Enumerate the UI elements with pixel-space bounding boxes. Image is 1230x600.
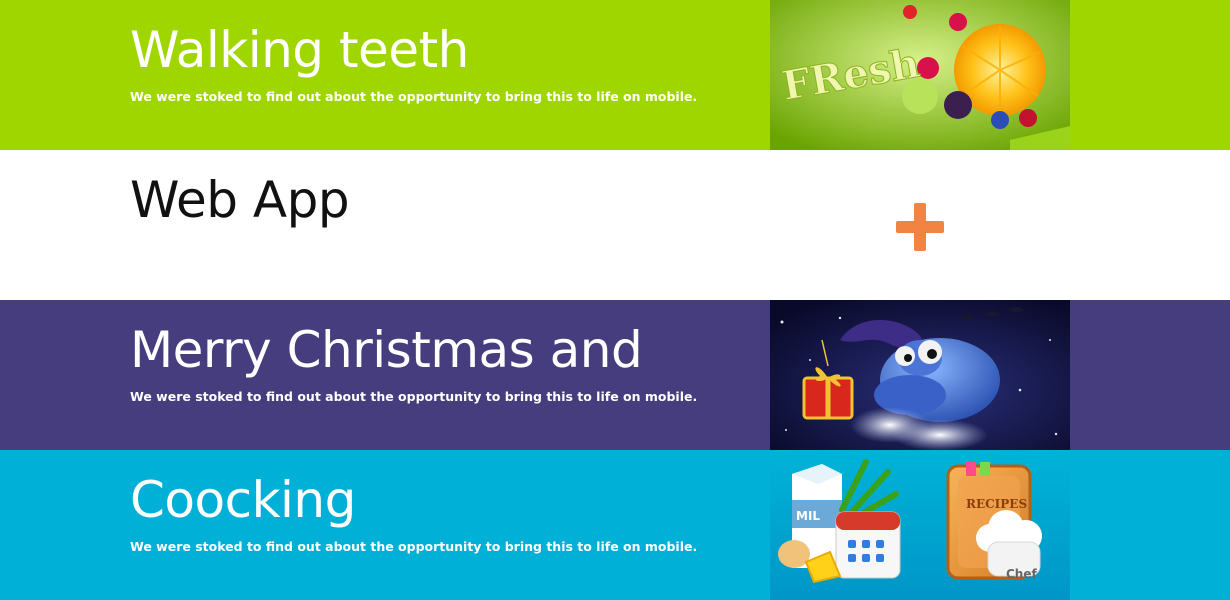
item-title: Merry Christmas and <box>130 321 643 379</box>
portfolio-list: Walking teeth We were stoked to find out… <box>0 0 1230 600</box>
item-title: Coocking <box>130 471 356 529</box>
portfolio-item-merry-christmas[interactable]: Merry Christmas and We were stoked to fi… <box>0 300 1230 450</box>
item-description: We were stoked to find out about the opp… <box>130 389 698 404</box>
svg-text:MIL: MIL <box>796 509 820 523</box>
fresh-fruit-image: FResh <box>770 0 1070 150</box>
item-description: We were stoked to find out about the opp… <box>130 539 698 554</box>
item-text: Walking teeth We were stoked to find out… <box>130 18 697 106</box>
svg-text:Chef: Chef <box>1006 567 1037 581</box>
item-title: Web App <box>130 171 350 229</box>
plus-icon[interactable] <box>896 203 944 251</box>
item-title: Walking teeth <box>130 21 469 79</box>
portfolio-item-coocking[interactable]: Coocking We were stoked to find out abou… <box>0 450 1230 600</box>
portfolio-item-web-app[interactable]: Web App <box>0 150 1230 300</box>
christmas-thumbnail[interactable] <box>770 300 1070 450</box>
fresh-thumbnail[interactable]: FResh <box>770 0 1070 150</box>
christmas-monster-image <box>770 300 1070 450</box>
portfolio-item-walking-teeth[interactable]: Walking teeth We were stoked to find out… <box>0 0 1230 150</box>
item-description: We were stoked to find out about the opp… <box>130 89 698 104</box>
item-text: Coocking We were stoked to find out abou… <box>130 468 697 556</box>
cooking-app-icons-image: MIL RECIPES Chef <box>770 450 1070 600</box>
item-text: Merry Christmas and We were stoked to fi… <box>130 318 697 406</box>
cooking-thumbnail[interactable]: MIL RECIPES Chef <box>770 450 1070 600</box>
svg-text:RECIPES: RECIPES <box>966 497 1027 511</box>
item-text: Web App <box>130 168 350 232</box>
